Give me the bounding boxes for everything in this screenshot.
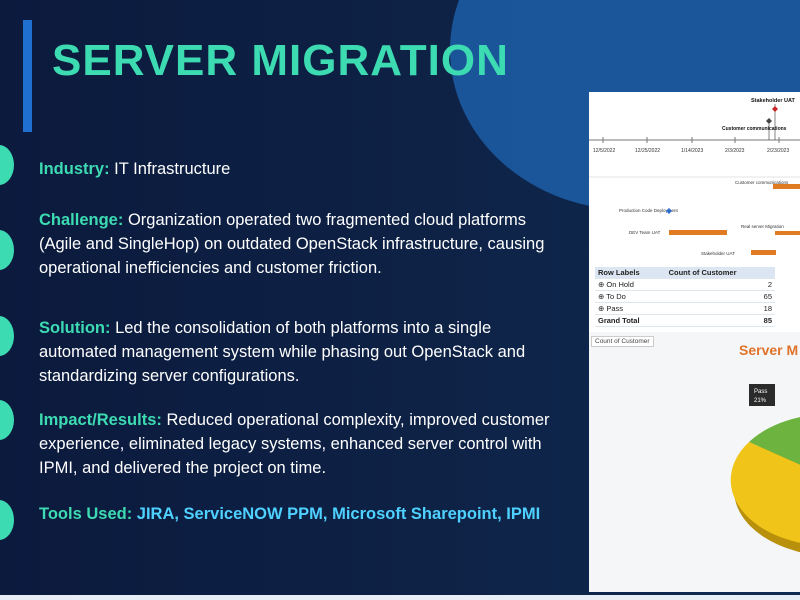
- challenge-paragraph: Challenge: Organization operated two fra…: [39, 208, 569, 280]
- solution-paragraph: Solution: Led the consolidation of both …: [39, 316, 569, 388]
- pivot-row-value: 65: [665, 290, 775, 303]
- pivot-row-value: 18: [665, 302, 775, 315]
- gantt-task-bar: [751, 250, 776, 255]
- gantt-task-label: Real server Migration: [741, 224, 784, 229]
- solution-label: Solution:: [39, 319, 111, 337]
- title-accent-bar: [23, 20, 32, 132]
- pie-label-name: Pass: [754, 389, 767, 395]
- bottom-strip: [0, 595, 800, 600]
- industry-paragraph: Industry: IT Infrastructure: [39, 157, 569, 181]
- bullet-marker: [0, 145, 14, 185]
- project-screenshot: 12/5/2022 12/25/2022 1/14/2023 2/3/2023 …: [589, 92, 800, 592]
- industry-label: Industry:: [39, 160, 110, 178]
- tools-label: Tools Used:: [39, 505, 133, 523]
- pivot-row-label: ⊕ On Hold: [595, 278, 666, 291]
- gantt-milestone-label: Stakeholder UAT: [751, 98, 796, 104]
- challenge-label: Challenge:: [39, 211, 124, 229]
- bullet-marker: [0, 230, 14, 270]
- slide-title: SERVER MIGRATION: [52, 36, 509, 85]
- bullet-marker: [0, 400, 14, 440]
- pie-label-value: 21%: [754, 398, 767, 404]
- gantt-task-label: Stakeholder UAT: [701, 251, 735, 256]
- gantt-task-bar: [775, 231, 800, 235]
- pivot-row-value: 2: [665, 278, 775, 291]
- impact-paragraph: Impact/Results: Reduced operational comp…: [39, 408, 569, 480]
- gantt-milestone-label: Customer communications: [722, 126, 787, 132]
- gantt-date-5: 2/23/2023: [767, 148, 789, 154]
- pivot-table: Row Labels Count of Customer ⊕ On Hold 2…: [589, 267, 800, 327]
- impact-label: Impact/Results:: [39, 411, 162, 429]
- pivot-total-label: Grand Total: [595, 314, 666, 327]
- solution-text: Led the consolidation of both platforms …: [39, 319, 526, 385]
- gantt-task-bar: [669, 230, 727, 235]
- gantt-date-2: 12/25/2022: [635, 148, 660, 154]
- gantt-date-1: 12/5/2022: [593, 148, 615, 154]
- gantt-task-bar: [773, 184, 800, 189]
- pie-chart-area: Count of Customer Server M Pass 21%: [589, 332, 800, 592]
- pivot-row-label: ⊕ To Do: [595, 290, 666, 303]
- pivot-row-label: ⊕ Pass: [595, 302, 666, 315]
- bullet-marker: [0, 316, 14, 356]
- tools-paragraph: Tools Used: JIRA, ServiceNOW PPM, Micros…: [39, 502, 569, 526]
- bullet-marker: [0, 500, 14, 540]
- tools-text: JIRA, ServiceNOW PPM, Microsoft Sharepoi…: [132, 505, 541, 523]
- pivot-header-labels: Row Labels: [595, 267, 666, 279]
- milestone-marker: [772, 106, 778, 112]
- gantt-date-3: 1/14/2023: [681, 148, 703, 154]
- gantt-date-4: 2/3/2023: [725, 148, 745, 154]
- gantt-chart: 12/5/2022 12/25/2022 1/14/2023 2/3/2023 …: [589, 92, 800, 262]
- gantt-task-label: DEV Team UAT: [629, 230, 661, 235]
- pivot-total-value: 85: [665, 314, 775, 327]
- industry-text: IT Infrastructure: [109, 160, 231, 178]
- pivot-header-count: Count of Customer: [665, 267, 775, 279]
- slide: SERVER MIGRATION Industry: IT Infrastruc…: [0, 0, 800, 600]
